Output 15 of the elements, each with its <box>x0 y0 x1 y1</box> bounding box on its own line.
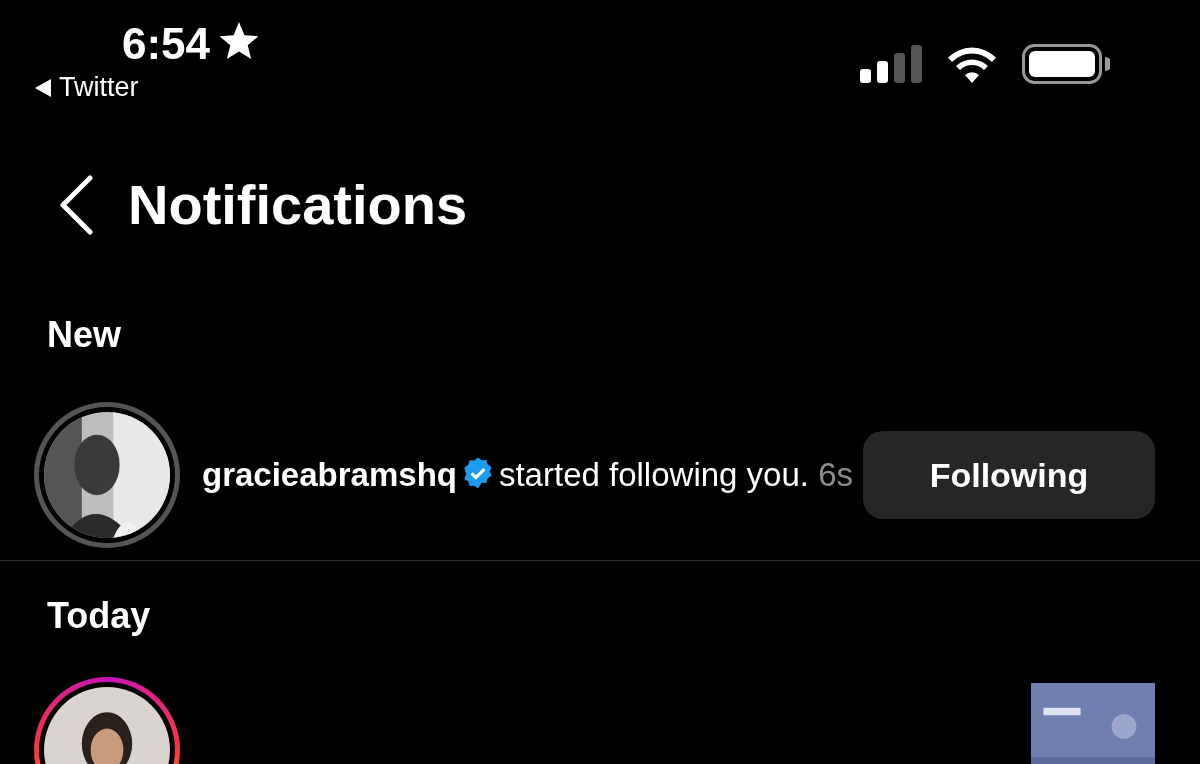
timestamp: 6s <box>818 455 853 493</box>
notification-text: started following you. <box>498 455 809 493</box>
battery-icon <box>1022 44 1110 84</box>
status-time: 6:54 <box>122 22 211 66</box>
username-link[interactable]: gracieabramshq <box>202 455 457 493</box>
back-icon[interactable] <box>58 175 94 235</box>
section-heading: New <box>47 313 122 357</box>
page-title: Notifications <box>128 172 468 239</box>
back-to-app-link[interactable]: Twitter <box>35 74 139 101</box>
star-icon <box>218 22 261 62</box>
wifi-icon <box>946 45 998 83</box>
back-triangle-icon <box>35 78 51 97</box>
section-heading: Today <box>47 594 151 638</box>
following-button[interactable]: Following <box>863 431 1155 519</box>
signal-icon <box>860 45 922 83</box>
